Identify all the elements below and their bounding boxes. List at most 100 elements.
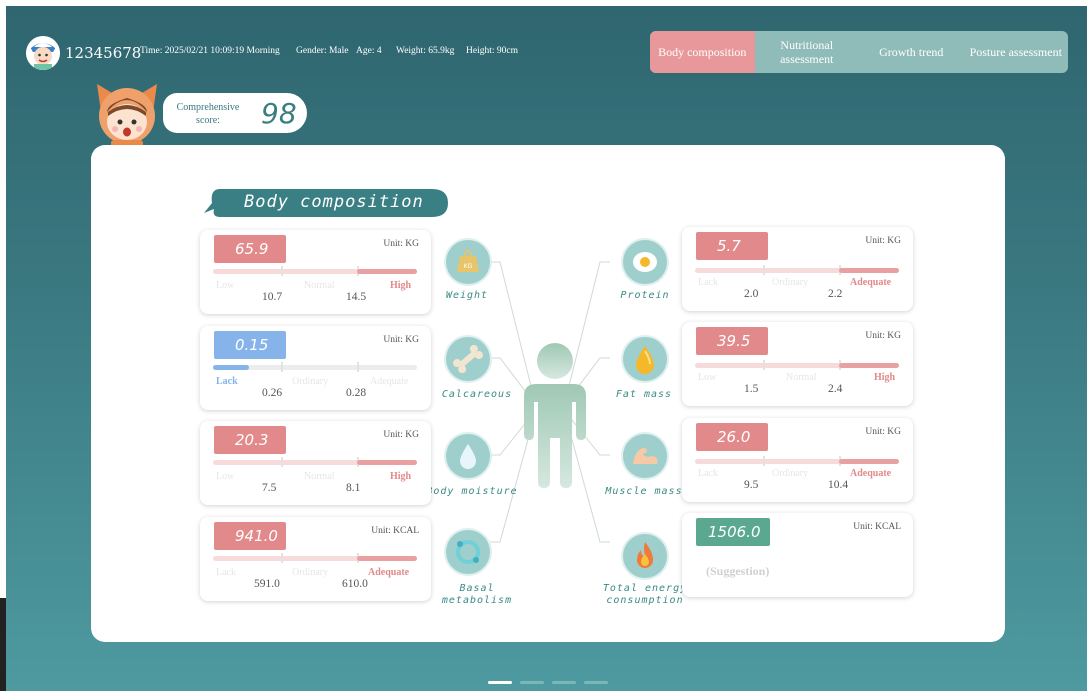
moisture-unit: Unit: KG (383, 430, 419, 440)
energy-unit: Unit: KCAL (853, 522, 901, 532)
range-label-mid: Ordinary (772, 468, 809, 479)
range-bar (213, 457, 417, 467)
range-tick (357, 362, 359, 372)
metabolism-icon (446, 530, 490, 574)
weight-metric-card: 65.9 Unit: KG Low Normal High 10.7 14.5 (200, 230, 431, 314)
range-tick (763, 360, 765, 370)
mascot-illustration (93, 82, 161, 148)
tab-nutritional-assessment[interactable]: Nutritional assessment (755, 31, 860, 73)
range-label-low: Low (216, 280, 235, 291)
water-drop-icon (446, 434, 490, 478)
tab-bar: Body composition Nutritional assessment … (650, 31, 1068, 73)
page-indicator-1[interactable] (488, 681, 512, 684)
user-avatar[interactable] (26, 36, 60, 70)
range-bar (213, 266, 417, 276)
window-edge (0, 598, 6, 691)
range-fill (213, 365, 249, 370)
page-indicator-3[interactable] (552, 681, 576, 684)
range-label-mid: Normal (786, 372, 817, 383)
muscle-value: 26.0 (696, 423, 768, 451)
range-label-mid: Normal (304, 471, 335, 482)
range-label-lack: Lack (216, 376, 238, 387)
range-label-adequate: Adequate (370, 376, 409, 387)
calcareous-metric-card: 0.15 Unit: KG Lack Ordinary Adequate 0.2… (200, 326, 431, 410)
range-label-adequate: Adequate (850, 468, 892, 479)
age-info: Age: 4 (356, 46, 382, 56)
section-title: Body composition (244, 192, 424, 212)
threshold-high: 2.4 (828, 383, 843, 395)
protein-metric-card: 5.7 Unit: KG Lack Ordinary Adequate 2.0 … (682, 227, 913, 311)
threshold-high: 14.5 (346, 291, 367, 303)
threshold-high: 610.0 (342, 578, 368, 590)
range-fill (357, 556, 417, 561)
weight-icon: KG (446, 240, 490, 284)
calcareous-unit: Unit: KG (383, 335, 419, 345)
range-tick (281, 457, 283, 467)
moisture-metric-card: 20.3 Unit: KG Low Normal High 7.5 8.1 (200, 421, 431, 505)
total-energy-label: Total energy consumption (602, 583, 688, 606)
muscle-icon (623, 434, 667, 478)
protein-unit: Unit: KG (865, 236, 901, 246)
range-label-low: Low (216, 471, 235, 482)
range-label-mid: Normal (304, 280, 335, 291)
range-label-mid: Ordinary (772, 277, 809, 288)
threshold-low: 10.7 (262, 291, 283, 303)
tab-growth-trend[interactable]: Growth trend (859, 31, 964, 73)
weight-unit: Unit: KG (383, 239, 419, 249)
metabolism-value: 941.0 (214, 522, 286, 550)
oil-drop-icon (623, 337, 667, 381)
tab-body-composition[interactable]: Body composition (650, 31, 755, 73)
metabolism-metric-card: 941.0 Unit: KCAL Lack Ordinary Adequate … (200, 517, 431, 601)
suggestion-text: (Suggestion) (706, 564, 770, 578)
metabolism-unit: Unit: KCAL (371, 526, 419, 536)
threshold-low: 2.0 (744, 288, 759, 300)
range-tick (281, 362, 283, 372)
moisture-value: 20.3 (214, 426, 286, 454)
weight-label: Weight (445, 290, 489, 301)
range-label-high: High (390, 280, 412, 291)
fat-metric-card: 39.5 Unit: KG Low Normal High 1.5 2.4 (682, 322, 913, 406)
range-label-mid: Ordinary (292, 567, 329, 578)
range-fill (839, 268, 899, 273)
body-figure (524, 343, 586, 488)
range-fill (839, 363, 899, 368)
range-tick (281, 266, 283, 276)
time-info: Time: 2025/02/21 10:09:19 Morning (140, 46, 280, 56)
range-bar (695, 265, 899, 275)
fat-unit: Unit: KG (865, 331, 901, 341)
range-bar (695, 456, 899, 466)
protein-value: 5.7 (696, 232, 768, 260)
threshold-high: 10.4 (828, 479, 849, 491)
fat-mass-label: Fat mass (615, 389, 673, 400)
weight-info: Weight: 65.9kg (396, 46, 455, 56)
range-bar (695, 360, 899, 370)
muscle-metric-card: 26.0 Unit: KG Lack Ordinary Adequate 9.5… (682, 418, 913, 502)
fat-value: 39.5 (696, 327, 768, 355)
range-tick (763, 265, 765, 275)
range-fill (357, 460, 417, 465)
range-label-adequate: Adequate (368, 567, 410, 578)
score-card: Comprehensive score: 98 (163, 93, 307, 133)
range-bar (213, 553, 417, 563)
range-tick (763, 456, 765, 466)
flame-icon (623, 534, 667, 578)
calcareous-label: Calcareous (441, 389, 513, 400)
threshold-low: 9.5 (744, 479, 759, 491)
energy-metric-card: 1506.0 Unit: KCAL (Suggestion) (682, 513, 913, 597)
protein-label: Protein (620, 290, 670, 301)
score-value: 98 (261, 97, 297, 130)
energy-value: 1506.0 (696, 518, 770, 546)
tab-posture-assessment[interactable]: Posture assessment (964, 31, 1069, 73)
muscle-mass-label: Muscle mass (605, 486, 683, 497)
threshold-low: 1.5 (744, 383, 759, 395)
range-label-lack: Lack (698, 277, 718, 288)
range-bar (213, 362, 417, 372)
page-indicator-4[interactable] (584, 681, 608, 684)
weight-value: 65.9 (214, 235, 286, 263)
threshold-high: 2.2 (828, 288, 843, 300)
gender-info: Gender: Male (296, 46, 349, 56)
threshold-high: 0.28 (346, 387, 367, 399)
bone-icon (446, 337, 490, 381)
page-indicator-2[interactable] (520, 681, 544, 684)
threshold-low: 0.26 (262, 387, 283, 399)
